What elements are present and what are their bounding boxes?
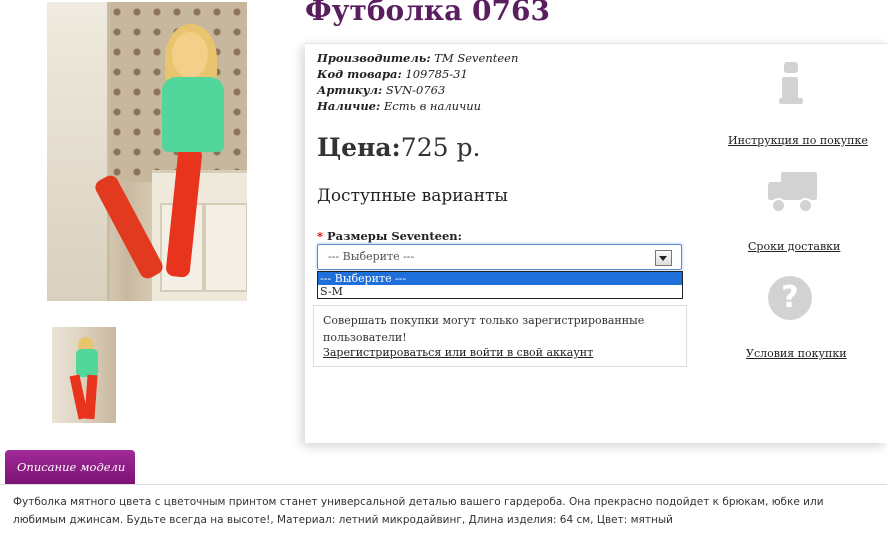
product-main-photo[interactable] (47, 2, 247, 301)
size-select[interactable]: --- Выберите --- (317, 244, 682, 270)
meta-code-label: Код товара: (317, 67, 402, 81)
photo-model-top (162, 77, 224, 152)
tab-description[interactable]: Описание модели (5, 450, 135, 484)
variants-heading: Доступные варианты (317, 186, 508, 206)
login-notice: Совершать покупки могут только зарегистр… (313, 305, 687, 367)
product-meta: Производитель: TM Seventeen Код товара: … (317, 50, 518, 114)
size-option[interactable]: --- Выберите --- (318, 272, 682, 285)
size-select-value: --- Выберите --- (328, 250, 415, 263)
thumb-model-leg (84, 374, 98, 420)
photo-cabinet-door (204, 203, 247, 292)
required-mark: * (317, 229, 324, 243)
price-value: 725 р. (400, 133, 481, 162)
terms-link[interactable]: Условия покупки (746, 347, 847, 360)
login-notice-text: Совершать покупки могут только зарегистр… (323, 314, 645, 344)
size-label: * Размеры Seventeen: (317, 229, 462, 243)
price-label: Цена: (317, 133, 401, 162)
meta-manufacturer: Производитель: TM Seventeen (317, 50, 518, 66)
photo-model-head (172, 32, 208, 78)
size-label-text: Размеры Seventeen: (327, 229, 462, 243)
truck-icon (768, 170, 818, 213)
tab-description-label: Описание модели (17, 460, 126, 474)
meta-stock-label: Наличие: (317, 99, 381, 113)
chevron-down-icon[interactable] (655, 250, 672, 266)
description-text: Футболка мятного цвета с цветочным принт… (13, 496, 824, 526)
thumb-model-top (76, 349, 98, 377)
meta-code-value: 109785-31 (405, 67, 468, 81)
meta-manufacturer-label: Производитель: (317, 51, 431, 65)
size-dropdown-list: --- Выберите --- S-M (317, 271, 683, 299)
meta-stock-value: Есть в наличии (383, 99, 482, 113)
meta-manufacturer-value: TM Seventeen (434, 51, 519, 65)
question-icon: ? (768, 276, 812, 320)
info-icon (779, 62, 803, 104)
delivery-link[interactable]: Сроки доставки (748, 240, 840, 253)
meta-article-value: SVN-0763 (385, 83, 446, 97)
product-thumbnail[interactable] (52, 327, 116, 423)
meta-article-label: Артикул: (317, 83, 383, 97)
login-register-link[interactable]: Зарегистрироваться или войти в свой акка… (323, 346, 593, 359)
description-panel: Футболка мятного цвета с цветочным принт… (0, 484, 887, 544)
photo-shelf (47, 2, 110, 301)
size-option[interactable]: S-M (318, 285, 682, 298)
instruction-link[interactable]: Инструкция по покупке (728, 134, 868, 147)
photo-cabinet (152, 170, 247, 301)
meta-article: Артикул: SVN-0763 (317, 82, 518, 98)
product-title: Футболка 0763 (305, 0, 550, 27)
meta-stock: Наличие: Есть в наличии (317, 98, 518, 114)
product-price: Цена:725 р. (317, 133, 480, 162)
meta-code: Код товара: 109785-31 (317, 66, 518, 82)
